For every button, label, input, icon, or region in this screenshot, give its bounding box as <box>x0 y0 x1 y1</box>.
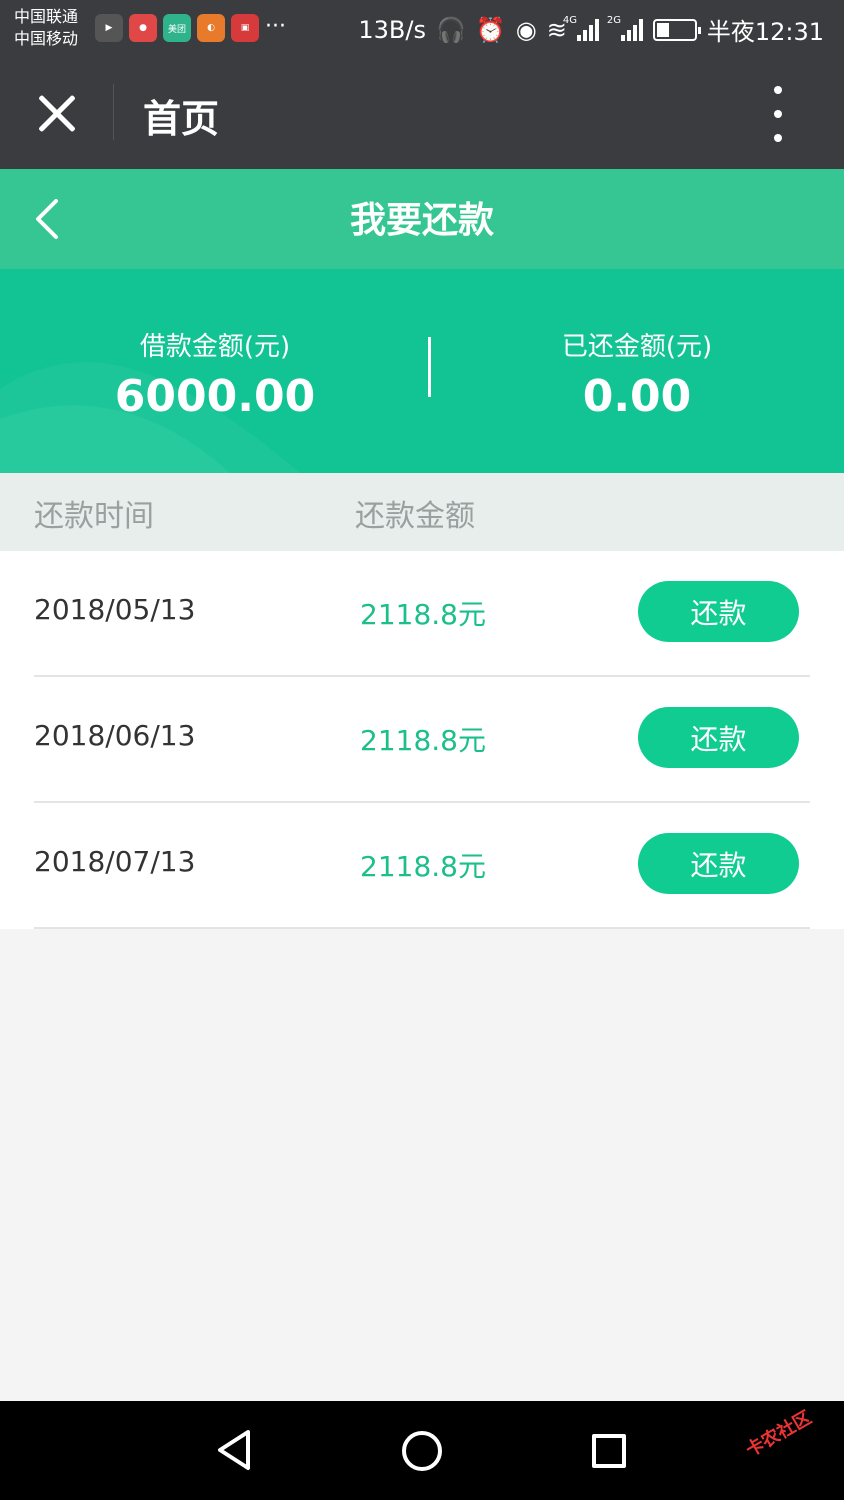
page-title: 我要还款 <box>349 200 494 241</box>
signal-2g-icon: 2G <box>607 15 643 41</box>
close-icon[interactable] <box>30 86 84 140</box>
carrier-1: 中国联通 <box>14 7 79 26</box>
nav-home-icon[interactable] <box>402 1431 442 1471</box>
net-speed: 13B/s <box>358 15 426 44</box>
nav-back-icon[interactable] <box>214 1428 254 1472</box>
repayment-table-header: 还款时间 还款金额 <box>0 473 844 551</box>
topbar-title: 首页 <box>143 97 220 141</box>
signal-4g-icon: 4G <box>563 15 599 41</box>
meituan-app-icon: 美团 <box>163 14 191 42</box>
eye-icon: ◉ <box>515 15 537 44</box>
shop-app-icon: ▣ <box>231 14 259 42</box>
repaid-amount-label: 已还金额(元) <box>561 332 713 362</box>
nav-recents-icon[interactable] <box>592 1434 626 1468</box>
carrier-2: 中国移动 <box>14 29 79 48</box>
battery-icon <box>652 18 701 41</box>
repayment-date: 2018/07/13 <box>34 845 196 878</box>
status-right: 13B/s 🎧 ⏰ ◉ ≋ 4G 2G 半夜12:31 <box>358 12 824 47</box>
repayment-amount: 2118.8元 <box>360 850 486 883</box>
system-nav-bar <box>0 1401 844 1500</box>
repay-button[interactable]: 还款 <box>638 707 799 768</box>
repayment-list: 2018/05/13 2118.8元 还款 2018/06/13 2118.8元… <box>0 551 844 929</box>
repayment-date: 2018/05/13 <box>34 593 196 626</box>
topbar-divider <box>113 84 114 140</box>
loan-amount-label: 借款金额(元) <box>139 332 291 362</box>
more-notifications: ··· <box>265 14 286 39</box>
page-header: 我要还款 <box>0 169 844 269</box>
clock: 半夜12:31 <box>706 18 824 46</box>
repayment-date: 2018/06/13 <box>34 719 196 752</box>
repay-button[interactable]: 还款 <box>638 581 799 642</box>
column-header-amount: 还款金额 <box>355 499 475 534</box>
repay-button[interactable]: 还款 <box>638 833 799 894</box>
repaid-amount-value: 0.00 <box>582 371 692 422</box>
more-menu-icon[interactable] <box>766 86 790 142</box>
weibo-app-icon: ◐ <box>197 14 225 42</box>
chat-app-icon: ● <box>129 14 157 42</box>
repaid-amount-block: 已还金额(元) 0.00 <box>426 329 844 425</box>
carrier-info: 中国联通 中国移动 <box>14 6 78 50</box>
repayment-amount: 2118.8元 <box>360 724 486 757</box>
repayment-amount: 2118.8元 <box>360 598 486 631</box>
table-row: 2018/07/13 2118.8元 还款 <box>0 803 844 929</box>
notification-icons: ▶ ● 美团 ◐ ▣ ··· <box>95 14 286 42</box>
alarm-icon: ⏰ <box>475 15 506 44</box>
loan-amount-value: 6000.00 <box>114 371 316 422</box>
video-app-icon: ▶ <box>95 14 123 42</box>
loan-summary: 借款金额(元) 6000.00 已还金额(元) 0.00 <box>0 269 844 473</box>
status-bar: 中国联通 中国移动 ▶ ● 美团 ◐ ▣ ··· 13B/s 🎧 ⏰ ◉ ≋ 4… <box>0 0 844 60</box>
table-row: 2018/05/13 2118.8元 还款 <box>0 551 844 677</box>
table-row: 2018/06/13 2118.8元 还款 <box>0 677 844 803</box>
headphone-icon: 🎧 <box>435 15 466 44</box>
webview-topbar: 首页 <box>0 60 844 169</box>
column-header-date: 还款时间 <box>34 499 154 534</box>
loan-amount-block: 借款金额(元) 6000.00 <box>4 329 426 425</box>
